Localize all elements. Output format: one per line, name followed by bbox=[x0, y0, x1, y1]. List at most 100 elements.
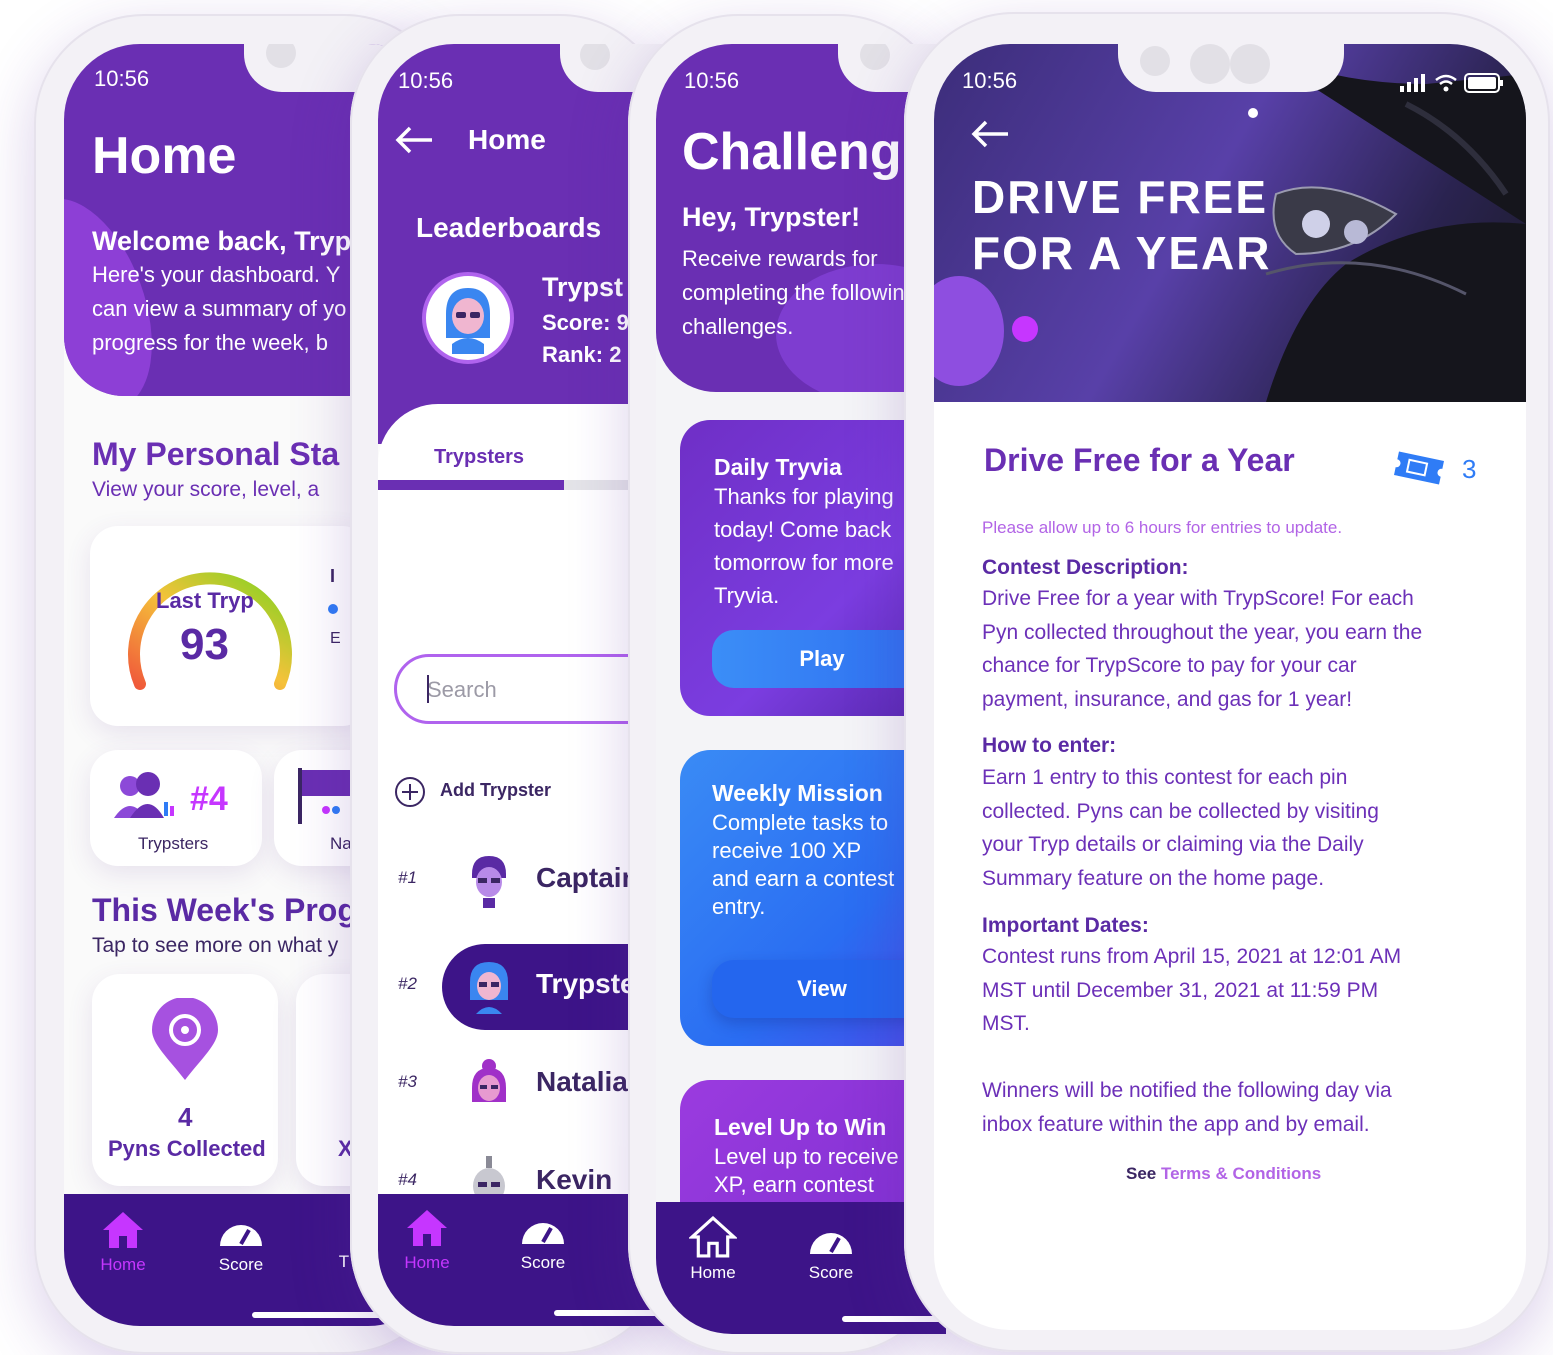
play-button[interactable]: Play bbox=[712, 630, 932, 688]
status-time: 10:56 bbox=[684, 68, 740, 93]
rank-value: #4 bbox=[190, 780, 228, 818]
rank-label: Trypsters bbox=[138, 834, 209, 853]
tab-home-label: Home bbox=[690, 1263, 736, 1282]
search-placeholder: Search bbox=[427, 677, 497, 702]
card-line: tomorrow for more bbox=[714, 550, 894, 575]
section-line: MST until December 31, 2021 at 11:59 PM bbox=[982, 979, 1379, 1002]
pyns-card[interactable]: 4 Pyns Collected bbox=[92, 974, 278, 1186]
map-pin-icon bbox=[152, 998, 218, 1080]
tab-score[interactable]: Score bbox=[508, 1216, 578, 1273]
section-line: collected. Pyns can be collected by visi… bbox=[982, 800, 1379, 823]
section-line: Contest runs from April 15, 2021 at 12:0… bbox=[982, 945, 1402, 968]
tab-score-label: Score bbox=[218, 1255, 264, 1274]
add-circle-icon[interactable] bbox=[394, 776, 426, 808]
speedometer-icon bbox=[220, 1225, 262, 1246]
row-name: Captain bbox=[536, 862, 639, 893]
terms-row: See Terms & Conditions bbox=[1126, 1164, 1321, 1184]
section-line: your Tryp details or claiming via the Da… bbox=[982, 833, 1364, 856]
card-title: Weekly Mission bbox=[712, 780, 883, 806]
welcome-line-3: progress for the week, b bbox=[92, 330, 329, 355]
tab-score-label: Score bbox=[520, 1253, 566, 1272]
level-peek: I bbox=[330, 566, 336, 586]
terms-link[interactable]: Terms & Conditions bbox=[1161, 1164, 1321, 1183]
camera bbox=[1140, 46, 1170, 76]
row-rank: #2 bbox=[398, 974, 417, 993]
card-title: Level Up to Win bbox=[714, 1114, 887, 1140]
rank-card[interactable]: #4 Trypsters bbox=[90, 750, 262, 866]
section-line: Drive Free for a year with TrypScore! Fo… bbox=[982, 587, 1414, 610]
tab-trypsters[interactable]: Trypsters bbox=[434, 446, 524, 469]
card-line: receive 100 XP bbox=[712, 838, 862, 863]
back-arrow-icon[interactable] bbox=[394, 126, 434, 154]
signal-icon bbox=[1400, 74, 1425, 92]
user-score: Score: 9 bbox=[542, 310, 629, 335]
card-line: entry. bbox=[712, 894, 766, 919]
tab-score[interactable]: Score bbox=[206, 1218, 276, 1275]
battery-icon bbox=[1464, 73, 1503, 93]
hero-line-2: FOR A YEAR bbox=[972, 227, 1272, 279]
section-heading: How to enter: bbox=[982, 734, 1117, 757]
view-button[interactable]: View bbox=[712, 960, 932, 1018]
wifi-icon bbox=[1435, 74, 1457, 92]
card-title: Daily Tryvia bbox=[714, 454, 842, 480]
card-line: today! Come back bbox=[714, 517, 892, 542]
section-line: Earn 1 entry to this contest for each pi… bbox=[982, 766, 1348, 789]
page-title: Challeng bbox=[682, 123, 902, 181]
home-icon bbox=[103, 1212, 143, 1248]
phone-contest: DRIVE FREE FOR A YEAR 10:56 Drive Free f… bbox=[904, 12, 1550, 1352]
winners-line: Winners will be notified the following d… bbox=[982, 1079, 1392, 1102]
ticket-icon bbox=[1394, 451, 1444, 485]
tab-home-label: Home bbox=[404, 1253, 450, 1272]
app-showcase: 10:56 Home Welcome back, Tryp Here's you… bbox=[0, 0, 1553, 1355]
tab-score[interactable]: Score bbox=[796, 1226, 866, 1283]
stats-title: My Personal Sta bbox=[92, 436, 340, 472]
tab-score-label: Score bbox=[808, 1263, 854, 1282]
level-dot bbox=[328, 604, 338, 614]
card-line: Tryvia. bbox=[714, 583, 780, 608]
section-heading: Contest Description: bbox=[982, 556, 1189, 579]
section-heading: Important Dates: bbox=[982, 914, 1149, 937]
welcome-line-2: can view a summary of yo bbox=[92, 296, 347, 321]
card-line: and earn a contest bbox=[712, 866, 895, 891]
back-arrow-icon[interactable] bbox=[970, 120, 1010, 148]
gauge-value: 93 bbox=[180, 620, 229, 669]
section-line: Summary feature on the home page. bbox=[982, 867, 1325, 890]
welcome-heading: Welcome back, Tryp bbox=[92, 226, 352, 256]
level-peek-2: E bbox=[330, 630, 341, 647]
tab-home[interactable]: Home bbox=[392, 1208, 462, 1273]
row-rank: #3 bbox=[398, 1072, 417, 1091]
gauge-card[interactable]: Last Tryp 93 I E bbox=[90, 526, 370, 726]
greeting: Hey, Trypster! bbox=[682, 202, 861, 232]
progress-title: This Week's Prog bbox=[92, 892, 357, 928]
challenges-header: 10:56 Challeng Hey, Trypster! Receive re… bbox=[656, 44, 946, 392]
status-time: 10:56 bbox=[962, 68, 1018, 93]
card-line: Complete tasks to bbox=[712, 810, 889, 835]
row-name: Kevin bbox=[536, 1164, 613, 1195]
card-line: XP, earn contest bbox=[714, 1172, 874, 1197]
row-name: Natalia bbox=[536, 1066, 628, 1097]
terms-prefix: See bbox=[1126, 1164, 1161, 1183]
add-trypster-button[interactable]: Add Trypster bbox=[440, 780, 551, 801]
nav-title: Home bbox=[468, 124, 546, 155]
section-line: MST. bbox=[982, 1012, 1030, 1035]
tab-home[interactable]: Home bbox=[678, 1215, 748, 1283]
welcome-line-1: Here's your dashboard. Y bbox=[92, 262, 341, 287]
camera bbox=[1230, 44, 1270, 84]
home-icon bbox=[687, 1215, 739, 1258]
section-line: chance for TrypScore to pay for your car bbox=[982, 654, 1357, 677]
phone-leaderboard: 10:56 Home Leaderboards Trypst Score: 9 … bbox=[350, 14, 678, 1354]
contest-title: Drive Free for a Year bbox=[984, 442, 1295, 478]
tab-home[interactable]: Home bbox=[88, 1210, 158, 1275]
decor-blob bbox=[64, 180, 179, 396]
decor-blob bbox=[934, 276, 1004, 386]
user-rank: Rank: 2 bbox=[542, 342, 622, 367]
decor-dot bbox=[1248, 108, 1258, 118]
page-title: Home bbox=[92, 127, 237, 185]
section-line: Pyn collected throughout the year, you e… bbox=[982, 621, 1423, 644]
stats-subtitle: View your score, level, a bbox=[92, 478, 320, 501]
intro-line-2: completing the followin bbox=[682, 280, 905, 305]
hero-banner: DRIVE FREE FOR A YEAR bbox=[934, 44, 1526, 402]
people-icon bbox=[114, 772, 174, 818]
status-time: 10:56 bbox=[398, 68, 454, 93]
speedometer-icon bbox=[810, 1233, 852, 1254]
